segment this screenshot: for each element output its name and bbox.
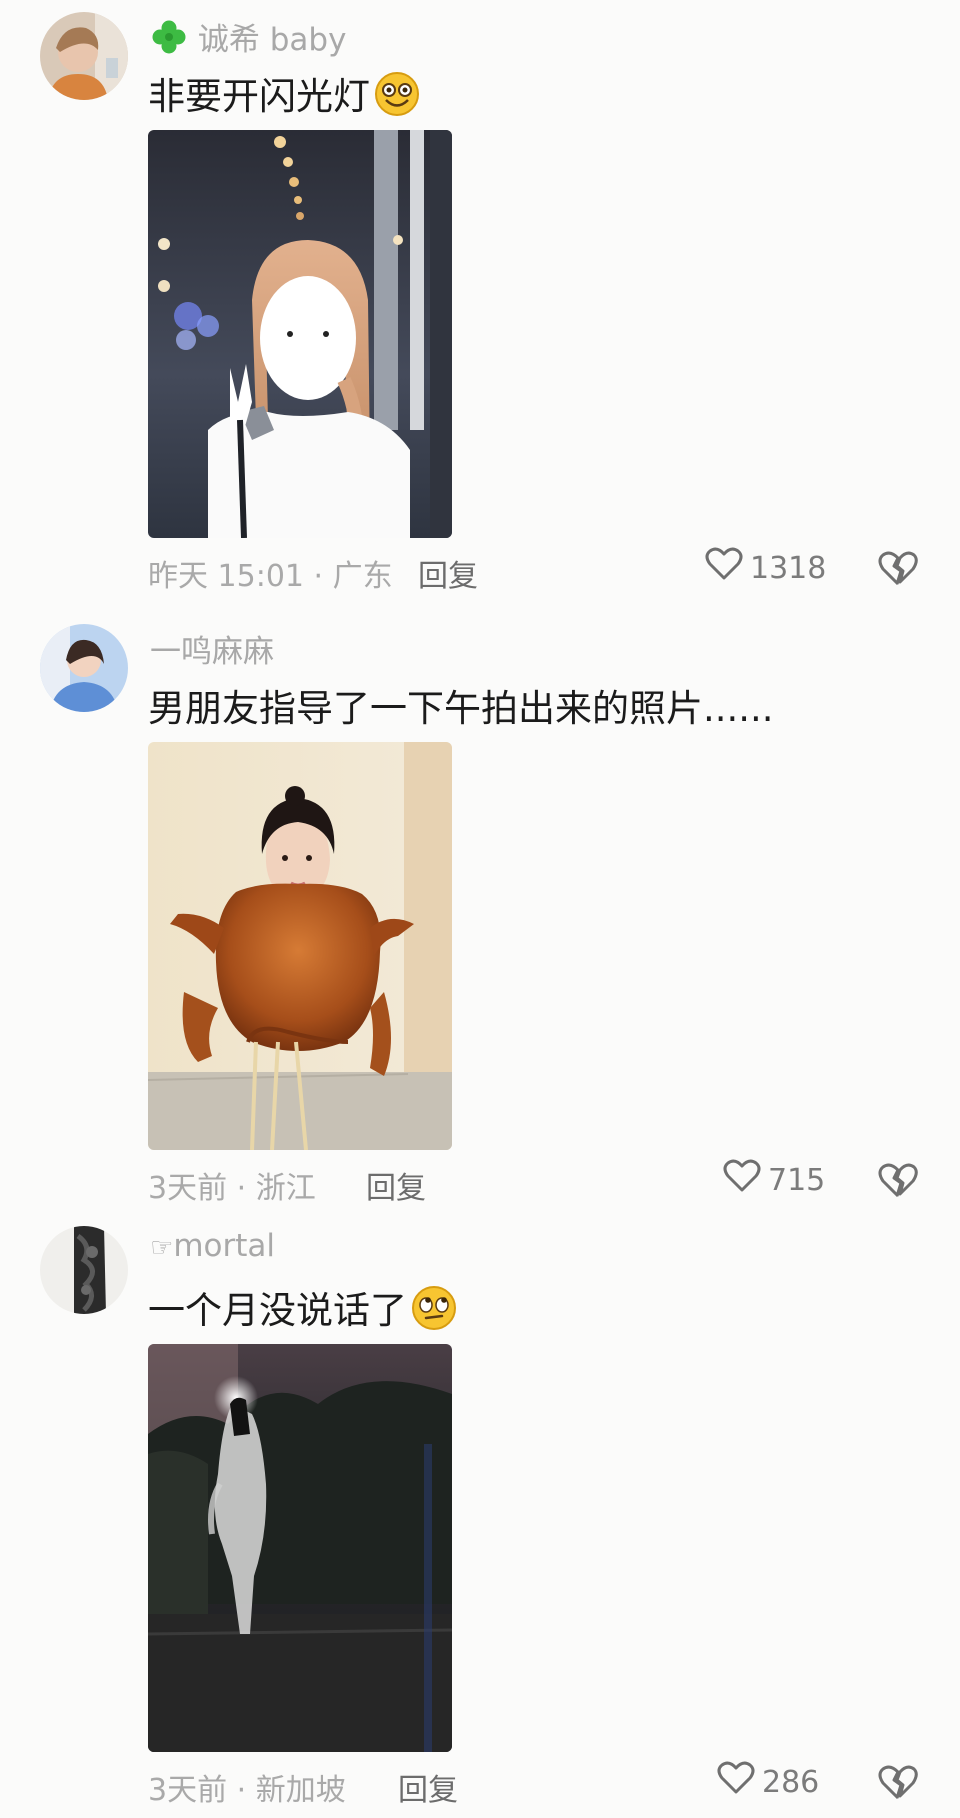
like-count: 1318 — [750, 550, 827, 586]
dislike-button[interactable] — [876, 1760, 920, 1804]
like-button[interactable]: 286 — [716, 1760, 819, 1804]
username[interactable]: ☞mortal — [150, 1228, 275, 1264]
username[interactable]: 一鸣麻麻 — [150, 626, 274, 671]
comment-photo[interactable] — [148, 742, 452, 1150]
comment-photo[interactable] — [148, 1344, 452, 1752]
avatar[interactable] — [40, 1226, 128, 1314]
rolling-eyes-emoji-icon — [411, 1285, 457, 1331]
time-location: 昨天 15:01 · 广东 — [148, 559, 393, 594]
comment-text: 男朋友指导了一下午拍出来的照片...... — [148, 687, 774, 730]
heart-outline-icon — [722, 1156, 762, 1204]
comment-3: ☞mortal 一个月没说话了 3天前 · 新加坡 回复 286 — [0, 1200, 960, 1818]
time-location: 3天前 · 新加坡 — [148, 1773, 346, 1808]
heart-outline-icon — [716, 1758, 756, 1806]
like-button[interactable]: 1318 — [704, 546, 826, 590]
comment-2: 一鸣麻麻 男朋友指导了一下午拍出来的照片...... 3天前 · 浙江 回复 7… — [0, 600, 960, 1206]
grinning-face-emoji-icon — [374, 71, 420, 117]
comment-text: 一个月没说话了 — [148, 1280, 457, 1334]
clover-icon — [150, 18, 188, 64]
broken-heart-icon — [876, 551, 920, 594]
username[interactable]: 诚希 baby — [150, 14, 346, 64]
comment-text: 非要开闪光灯 — [148, 66, 420, 120]
pointing-hand-icon: ☞ — [150, 1233, 174, 1263]
reply-button[interactable]: 回复 — [398, 1765, 458, 1809]
heart-outline-icon — [704, 544, 744, 592]
reply-button[interactable]: 回复 — [418, 551, 478, 595]
comment-1: 诚希 baby 非要开闪光灯 昨天 15:01 · 广东 回复 1318 — [0, 0, 960, 600]
dislike-button[interactable] — [876, 546, 920, 590]
avatar[interactable] — [40, 624, 128, 712]
dislike-button[interactable] — [876, 1158, 920, 1202]
broken-heart-icon — [876, 1765, 920, 1808]
comment-photo[interactable] — [148, 130, 452, 538]
like-count: 286 — [762, 1764, 820, 1800]
avatar[interactable] — [40, 12, 128, 100]
like-button[interactable]: 715 — [722, 1158, 825, 1202]
like-count: 715 — [768, 1162, 826, 1198]
